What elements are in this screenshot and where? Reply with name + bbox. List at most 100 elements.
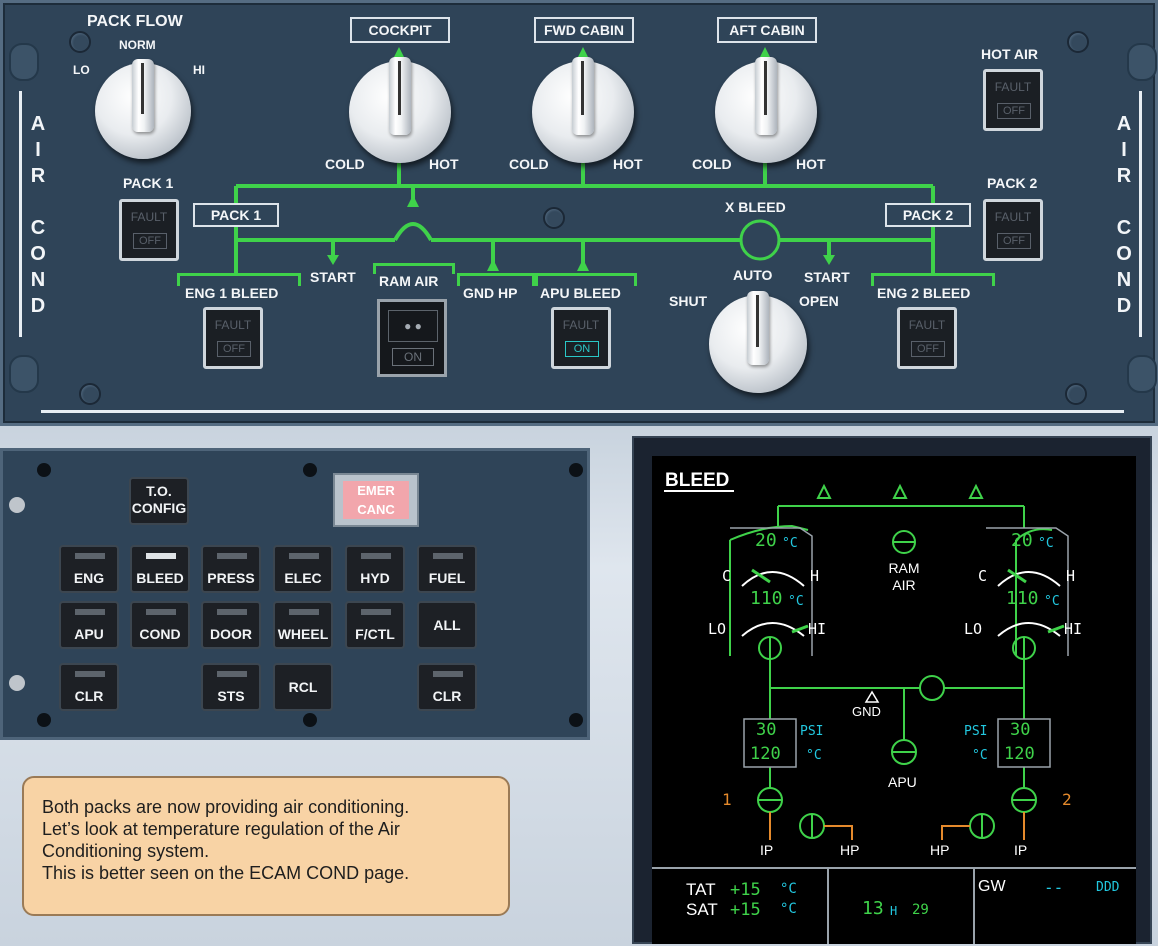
knob-pointer bbox=[132, 59, 154, 132]
cockpit-temp-selector-knob[interactable] bbox=[349, 57, 451, 163]
lamp bbox=[289, 609, 319, 615]
gw-label: GW bbox=[978, 878, 1006, 895]
clr-right-button[interactable]: CLR bbox=[417, 663, 477, 711]
pack1-pushbutton[interactable]: FAULT OFF bbox=[119, 199, 179, 261]
gw-unit: DDD bbox=[1096, 880, 1120, 895]
key-label: RCL bbox=[288, 679, 318, 695]
bleed-page-button[interactable]: BLEED bbox=[130, 545, 190, 593]
rcl-button[interactable]: RCL bbox=[273, 663, 333, 711]
message-line: This is better seen on the ECAM COND pag… bbox=[42, 863, 410, 883]
left-pack-comp-temp: 110 bbox=[750, 588, 783, 609]
key-label: F/CTL bbox=[355, 626, 395, 642]
key-label: ELEC bbox=[284, 570, 322, 586]
mount-screw bbox=[9, 497, 25, 513]
ecam-page-title: BLEED bbox=[665, 470, 730, 491]
fuel-page-button[interactable]: FUEL bbox=[417, 545, 477, 593]
wheel-page-button[interactable]: WHEEL bbox=[273, 601, 333, 649]
eng2-bleed-pushbutton[interactable]: FAULT OFF bbox=[897, 307, 957, 369]
apu-page-button[interactable]: APU bbox=[59, 601, 119, 649]
to-config-button[interactable]: T.O. CONFIG bbox=[129, 477, 189, 525]
knob-pointer bbox=[755, 57, 777, 135]
emer-canc-button[interactable]: EMER CANC bbox=[343, 481, 409, 519]
fwd-cabin-hot-label: HOT bbox=[613, 156, 643, 172]
left-eng-deg-unit: °C bbox=[806, 748, 822, 763]
tat-unit: °C bbox=[780, 881, 797, 897]
key-label: DOOR bbox=[210, 626, 252, 642]
message-line: Let’s look at temperature regulation of … bbox=[42, 819, 400, 839]
all-button[interactable]: ALL bbox=[417, 601, 477, 649]
right-pack-c-label: C bbox=[978, 567, 988, 585]
knob-pointer bbox=[572, 57, 594, 135]
eng1-bleed-label: ENG 1 BLEED bbox=[185, 285, 279, 301]
key-label: CLR bbox=[432, 688, 462, 704]
eng1-bleed-pushbutton[interactable]: FAULT OFF bbox=[203, 307, 263, 369]
lamp bbox=[75, 553, 105, 559]
door-page-button[interactable]: DOOR bbox=[201, 601, 261, 649]
clock-h-separator: H bbox=[890, 904, 898, 918]
on-legend: ON bbox=[565, 341, 599, 357]
lamp bbox=[146, 609, 176, 615]
pack-flow-title: PACK FLOW bbox=[87, 13, 183, 30]
left-pack-h-label: H bbox=[810, 567, 820, 585]
off-legend: OFF bbox=[997, 103, 1031, 119]
right-pack-comp-temp: 110 bbox=[1006, 588, 1039, 609]
left-ip-label: IP bbox=[760, 842, 774, 858]
cockpit-label-box: COCKPIT bbox=[350, 17, 450, 43]
elec-page-button[interactable]: ELEC bbox=[273, 545, 333, 593]
fault-legend: FAULT bbox=[562, 318, 600, 332]
lamp bbox=[217, 671, 247, 677]
panel-screw bbox=[303, 463, 317, 477]
right-pack-outlet-temp: 20 bbox=[1011, 530, 1033, 551]
left-pack-hi-label: HI bbox=[808, 620, 827, 638]
gnd-label: GND bbox=[852, 704, 881, 719]
bleed-synoptic bbox=[652, 483, 1136, 944]
instruction-message-box: Both packs are now providing air conditi… bbox=[22, 776, 510, 916]
message-line: Both packs are now providing air conditi… bbox=[42, 797, 410, 817]
lamp bbox=[217, 553, 247, 559]
pack2-label: PACK 2 bbox=[987, 175, 1038, 191]
right-eng-number: 2 bbox=[1062, 790, 1072, 809]
pack-flow-selector-knob[interactable] bbox=[95, 59, 191, 159]
ram-air-label: RAM AIR bbox=[888, 560, 920, 593]
right-ip-label: IP bbox=[1014, 842, 1028, 858]
eng-page-button[interactable]: ENG bbox=[59, 545, 119, 593]
lamp bbox=[433, 553, 463, 559]
key-label: ALL bbox=[433, 617, 461, 633]
cond-page-button[interactable]: COND bbox=[130, 601, 190, 649]
knob-pointer bbox=[389, 57, 411, 135]
pack1-duct-label: PACK 1 bbox=[193, 203, 279, 227]
pack2-pushbutton[interactable]: FAULT OFF bbox=[983, 199, 1043, 261]
press-page-button[interactable]: PRESS bbox=[201, 545, 261, 593]
key-label: FUEL bbox=[428, 570, 466, 586]
x-bleed-selector-knob[interactable] bbox=[709, 291, 807, 393]
key-label: CLR bbox=[74, 688, 104, 704]
ram-air-guarded-switch[interactable]: ● ● ON bbox=[377, 299, 447, 377]
fctl-page-button[interactable]: F/CTL bbox=[345, 601, 405, 649]
hot-air-pushbutton[interactable]: FAULT OFF bbox=[983, 69, 1043, 131]
left-eng-psi: 30 bbox=[756, 720, 777, 740]
hyd-page-button[interactable]: HYD bbox=[345, 545, 405, 593]
left-eng-temp: 120 bbox=[750, 744, 781, 764]
fault-legend: FAULT bbox=[908, 318, 946, 332]
fwd-cabin-temp-selector-knob[interactable] bbox=[532, 57, 634, 163]
hot-air-label: HOT AIR bbox=[981, 46, 1039, 62]
ecam-screen: BLEED 20 °C C H 110 °C LO HI 20 °C C H 1… bbox=[652, 456, 1136, 944]
aft-cabin-temp-selector-knob[interactable] bbox=[715, 57, 817, 163]
clock-hours: 13 bbox=[862, 898, 884, 919]
off-legend: OFF bbox=[133, 233, 167, 249]
air-cond-overhead-panel: A I R C O N D A I R C O N D PACK FLOW NO… bbox=[0, 0, 1158, 426]
sts-button[interactable]: STS bbox=[201, 663, 261, 711]
ram-air-label: RAM AIR bbox=[379, 273, 439, 289]
apu-bleed-pushbutton[interactable]: FAULT ON bbox=[551, 307, 611, 369]
left-pack-c-label: C bbox=[722, 567, 732, 585]
key-label: COND bbox=[139, 626, 181, 642]
lamp bbox=[433, 671, 463, 677]
fwd-cabin-label-box: FWD CABIN bbox=[534, 17, 634, 43]
key-label: PRESS bbox=[207, 570, 255, 586]
pack1-label: PACK 1 bbox=[123, 175, 174, 191]
aft-cabin-hot-label: HOT bbox=[796, 156, 826, 172]
left-pack-outlet-temp: 20 bbox=[755, 530, 777, 551]
left-eng-psi-unit: PSI bbox=[800, 724, 824, 739]
clr-left-button[interactable]: CLR bbox=[59, 663, 119, 711]
key-label: ENG bbox=[73, 570, 105, 586]
